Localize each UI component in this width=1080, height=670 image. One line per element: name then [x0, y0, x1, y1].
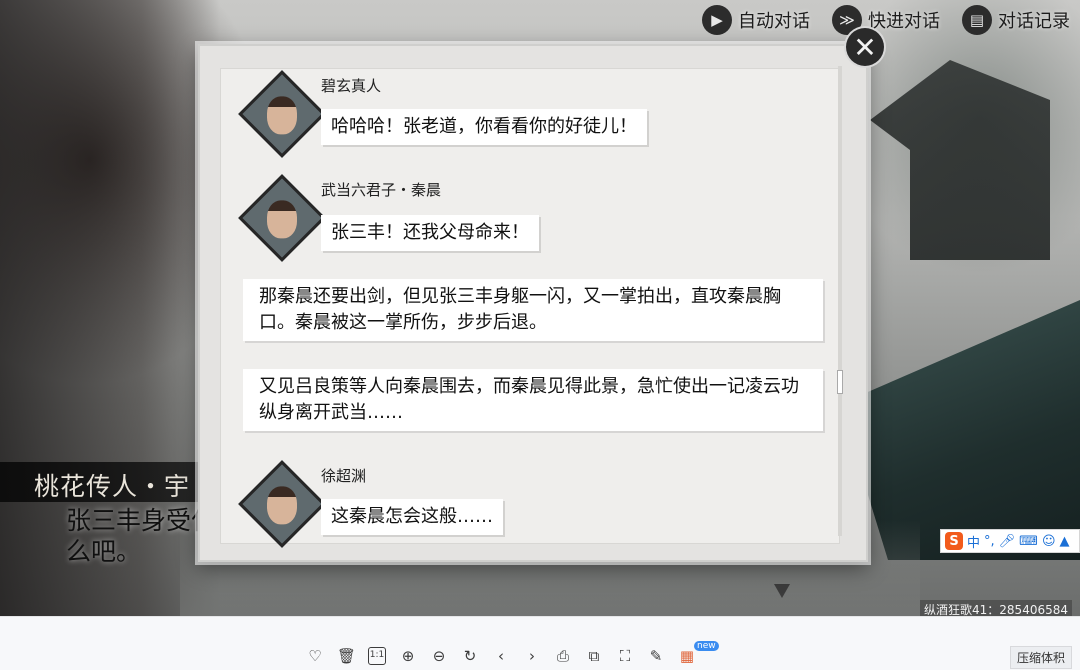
top-controls: ▶ 自动对话 ≫ 快进对话 ▤ 对话记录	[702, 5, 1070, 35]
close-log-button[interactable]: ✕	[846, 28, 884, 66]
dialog-log-button[interactable]: ▤ 对话记录	[962, 5, 1070, 35]
ime-mode-toggle[interactable]: 中	[967, 532, 980, 551]
rotate-icon[interactable]: ↻	[461, 647, 479, 665]
toolbar-actions: ♡ 🗑︎ 1:1 ⊕ ⊖ ↻ ‹ › ⎙ ⧉ ⛶ ✎ ▦	[306, 647, 696, 665]
dialog-log-content[interactable]: 碧玄真人 哈哈哈！张老道，你看看你的好徒儿！ 武当六君子・秦晨 张三丰！还我父母…	[220, 68, 840, 548]
new-badge: new	[694, 641, 719, 651]
close-icon: ✕	[853, 30, 877, 64]
image-viewer-toolbar: ♡ 🗑︎ 1:1 ⊕ ⊖ ↻ ‹ › ⎙ ⧉ ⛶ ✎ ▦	[0, 616, 1080, 670]
screenshot-icon[interactable]: ⛶	[616, 647, 634, 665]
zoom-out-icon[interactable]: ⊖	[430, 647, 448, 665]
avatar-xuchaoyuan	[238, 460, 326, 548]
fast-forward-button[interactable]: ≫ 快进对话	[832, 5, 940, 35]
keyboard-icon[interactable]: ⌨	[1019, 534, 1038, 549]
auto-dialog-button[interactable]: ▶ 自动对话	[702, 5, 810, 35]
log-scrollbar-thumb[interactable]	[837, 370, 843, 394]
apps-icon[interactable]: ▦	[678, 647, 696, 665]
print-icon[interactable]: ⎙	[554, 647, 572, 665]
log-scrollbar-track[interactable]	[838, 66, 842, 536]
watermark: 纵酒狂歌41：285406584	[920, 600, 1072, 616]
edit-icon[interactable]: ✎	[647, 647, 665, 665]
previous-icon[interactable]: ‹	[492, 647, 510, 665]
scene-pagoda	[870, 60, 1050, 260]
speaker-name: 武当六君子・秦晨	[321, 181, 442, 199]
skin-icon[interactable]: ▲	[1060, 534, 1070, 549]
compress-button[interactable]: 压缩体积	[1009, 646, 1072, 669]
ime-toolbar: S 中 °, 🎤︎ ⌨ ☺ ▲	[940, 529, 1080, 553]
narration-block: 又见吕良策等人向秦晨围去，而秦晨见得此景，急忙使出一记凌云功纵身离开武当……	[243, 369, 823, 431]
dialog-bubble: 这秦晨怎会这般……	[321, 499, 503, 535]
favorite-heart-icon[interactable]: ♡	[306, 647, 324, 665]
dialog-log-panel: 碧玄真人 哈哈哈！张老道，你看看你的好徒儿！ 武当六君子・秦晨 张三丰！还我父母…	[198, 44, 868, 562]
speaker-name: 徐超渊	[321, 467, 367, 485]
dialog-bubble: 张三丰！还我父母命来！	[321, 215, 539, 251]
speaker-name: 碧玄真人	[321, 77, 382, 95]
avatar-bixuan	[238, 70, 326, 158]
play-icon: ▶	[702, 5, 732, 35]
narration-block: 那秦晨还要出剑，但见张三丰身躯一闪，又一掌拍出，直攻秦晨胸口。秦晨被这一掌所伤，…	[243, 279, 823, 341]
zoom-in-icon[interactable]: ⊕	[399, 647, 417, 665]
delete-trash-icon[interactable]: 🗑︎	[337, 647, 356, 665]
ime-punct-toggle[interactable]: °,	[984, 534, 995, 549]
copy-icon[interactable]: ⧉	[585, 647, 603, 665]
book-icon: ▤	[962, 5, 992, 35]
user-icon[interactable]: ☺	[1042, 534, 1056, 549]
sogou-logo-icon[interactable]: S	[945, 532, 963, 550]
actual-size-button[interactable]: 1:1	[368, 647, 386, 665]
dialog-bubble: 哈哈哈！张老道，你看看你的好徒儿！	[321, 109, 647, 145]
avatar-qinchen	[238, 174, 326, 262]
next-icon[interactable]: ›	[523, 647, 541, 665]
microphone-icon[interactable]: 🎤︎	[999, 534, 1016, 549]
